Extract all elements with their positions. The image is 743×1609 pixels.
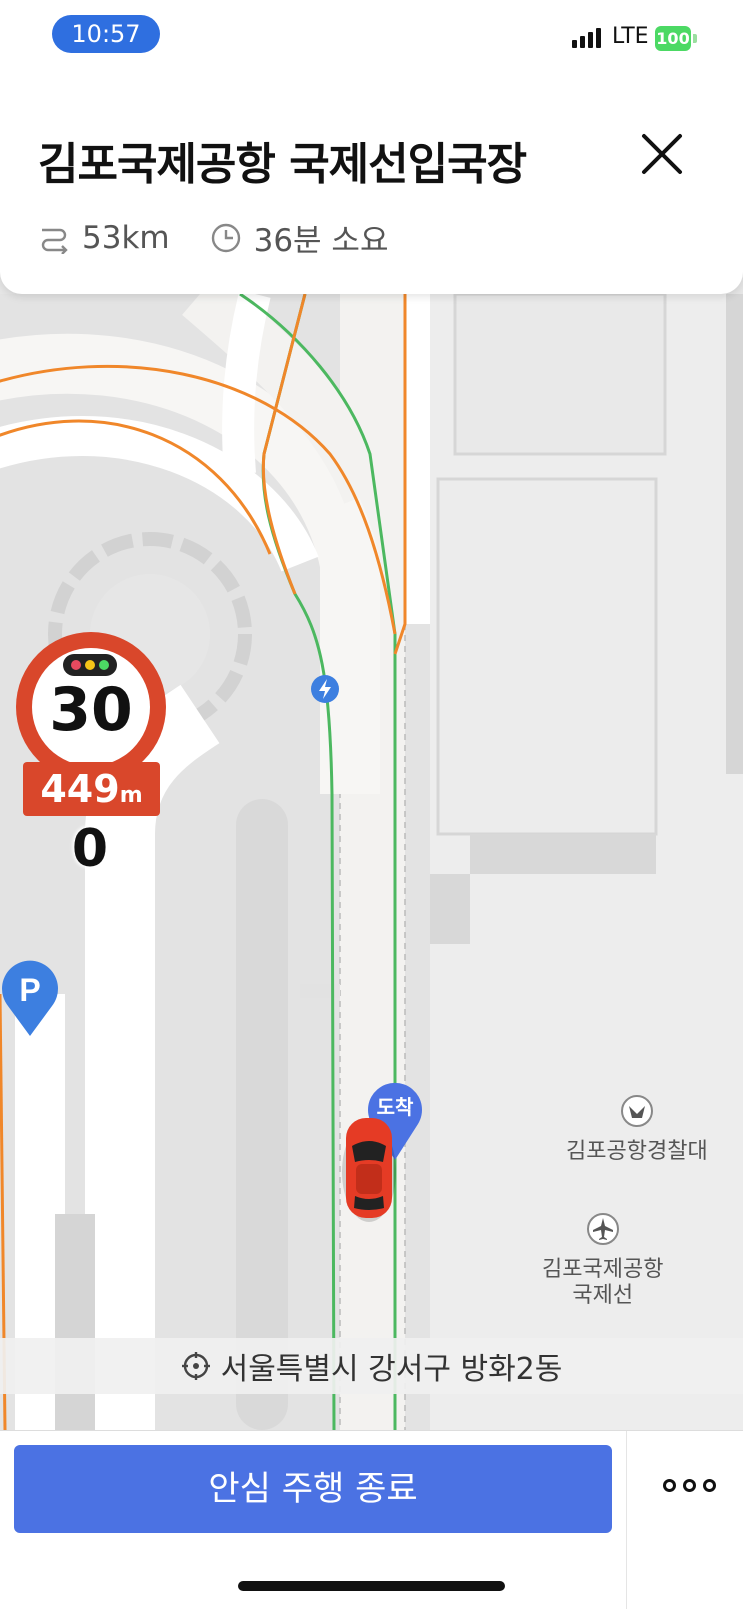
home-indicator[interactable] <box>238 1581 505 1591</box>
camera-distance-unit: m <box>119 783 143 808</box>
route-summary: 53km 36분 소요 <box>38 215 388 260</box>
route-header: 김포국제공항 국제선입국장 53km 36분 소요 <box>0 80 743 294</box>
battery-level: 100 <box>655 26 691 51</box>
speed-limit: 30 <box>49 675 133 745</box>
more-icon <box>663 1479 716 1492</box>
airplane-icon <box>586 1213 619 1245</box>
poi-airport-label-1: 김포국제공항 <box>542 1257 664 1282</box>
route-icon <box>41 228 68 254</box>
navigation-map[interactable]: 30 449m 0 P 도착 김포공항경찰대 김포국제공항 국제선 서울특별시 … <box>0 294 743 1430</box>
more-button[interactable] <box>626 1431 743 1609</box>
destination-title: 김포국제공항 국제선입국장 <box>38 139 527 190</box>
status-bar: 10:57 LTE 100 <box>0 0 743 80</box>
parking-pin-icon[interactable]: P <box>0 958 60 1038</box>
current-address: 서울특별시 강서구 방화2동 <box>220 1352 563 1387</box>
ev-charging-icon[interactable] <box>310 674 340 704</box>
end-safe-driving-button[interactable]: 안심 주행 종료 <box>14 1445 612 1533</box>
camera-distance: 449m <box>23 762 160 816</box>
svg-text:P: P <box>19 972 40 1008</box>
camera-distance-value: 449 <box>40 767 120 811</box>
route-distance: 53km <box>82 219 170 256</box>
current-address-bar: 서울특별시 강서구 방화2동 <box>0 1338 743 1394</box>
close-button[interactable] <box>640 132 684 176</box>
poi-police-label: 김포공항경찰대 <box>566 1139 708 1164</box>
close-icon <box>642 134 682 174</box>
poi-police[interactable]: 김포공항경찰대 <box>566 1094 708 1165</box>
signal-icon <box>572 28 601 48</box>
poi-airport[interactable]: 김포국제공항 국제선 <box>542 1212 663 1309</box>
police-icon <box>620 1095 653 1127</box>
status-time: 10:57 <box>52 15 160 53</box>
speed-camera-sign: 30 <box>16 632 166 782</box>
location-target-icon <box>181 1352 210 1380</box>
clock-icon <box>211 223 240 252</box>
network-type: LTE <box>612 24 649 49</box>
battery-icon: 100 <box>655 26 697 51</box>
route-duration: 36분 소요 <box>253 223 389 259</box>
poi-airport-label-2: 국제선 <box>572 1283 634 1308</box>
bottom-bar: 안심 주행 종료 <box>0 1430 743 1609</box>
car-position-icon <box>342 1118 396 1222</box>
current-speed: 0 <box>71 819 109 879</box>
traffic-light-icon <box>63 654 117 676</box>
